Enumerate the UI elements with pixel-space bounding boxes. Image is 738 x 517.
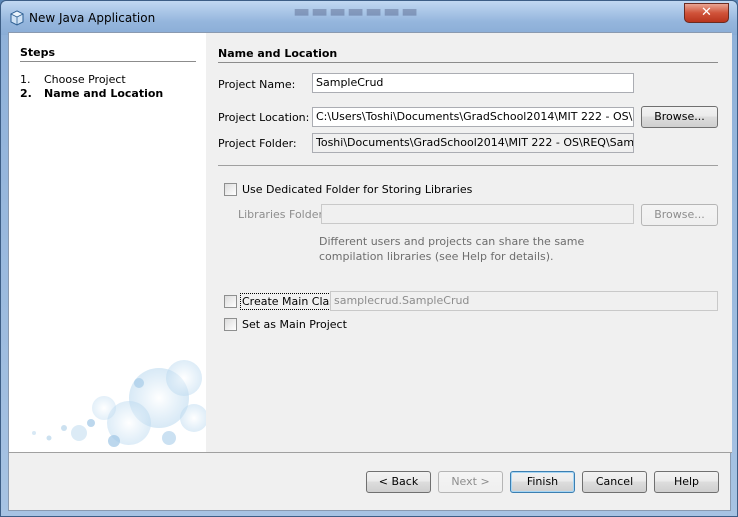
decorative-bubbles-image	[32, 360, 206, 447]
create-main-class-checkbox[interactable]	[224, 295, 237, 308]
dialog-window: New Java Application ▬▬▬▬▬▬▬ ✕ Steps 1. C…	[0, 0, 738, 517]
close-button[interactable]: ✕	[684, 3, 729, 23]
create-main-class-label[interactable]: Create Main Class	[240, 293, 343, 310]
dedicated-folder-label[interactable]: Use Dedicated Folder for Storing Librari…	[242, 183, 472, 196]
step-label: Name and Location	[44, 87, 164, 100]
background-logo: ▬▬▬▬▬▬▬	[293, 1, 420, 22]
wizard-client-area: Steps 1. Choose Project 2. Name and Locati…	[8, 32, 732, 511]
project-folder-field[interactable]: Toshi\Documents\GradSchool2014\MIT 222 -…	[312, 133, 634, 153]
libraries-folder-label: Libraries Folder:	[238, 208, 327, 221]
libraries-help-text: Different users and projects can share t…	[319, 235, 585, 263]
project-location-input[interactable]: C:\Users\Toshi\Documents\GradSchool2014\…	[312, 107, 634, 127]
next-button[interactable]: Next >	[438, 471, 503, 493]
set-main-project-checkbox[interactable]	[224, 318, 237, 331]
help-button[interactable]: Help	[654, 471, 719, 493]
project-folder-label: Project Folder:	[218, 137, 297, 150]
step-name-and-location: 2. Name and Location	[20, 87, 163, 100]
steps-title: Steps	[20, 46, 56, 59]
finish-button[interactable]: Finish	[510, 471, 575, 493]
dedicated-folder-checkbox[interactable]	[224, 183, 237, 196]
section-title: Name and Location	[218, 47, 338, 60]
step-number: 2.	[20, 87, 32, 100]
project-name-input[interactable]: SampleCrud	[312, 73, 634, 93]
browse-libraries-button[interactable]: Browse...	[641, 204, 718, 226]
netbeans-cube-icon	[10, 10, 24, 26]
set-main-project-label[interactable]: Set as Main Project	[242, 318, 347, 331]
button-bar-separator	[9, 452, 732, 453]
steps-divider	[20, 61, 196, 62]
step-number: 1.	[20, 73, 31, 86]
cancel-button[interactable]: Cancel	[582, 471, 647, 493]
main-class-input[interactable]: samplecrud.SampleCrud	[330, 291, 718, 311]
steps-panel: Steps 1. Choose Project 2. Name and Locati…	[9, 33, 206, 452]
window-title: New Java Application	[29, 11, 156, 25]
name-and-location-panel: Name and Location Project Name: SampleCr…	[206, 33, 732, 452]
browse-location-button[interactable]: Browse...	[641, 106, 718, 128]
back-button[interactable]: < Back	[366, 471, 431, 493]
libraries-folder-input[interactable]	[321, 204, 634, 224]
section-divider	[218, 62, 718, 63]
project-location-label: Project Location:	[218, 111, 310, 124]
section-separator	[218, 165, 718, 166]
project-name-label: Project Name:	[218, 78, 296, 91]
step-choose-project: 1. Choose Project	[20, 73, 126, 86]
step-label: Choose Project	[44, 73, 126, 86]
title-bar[interactable]: New Java Application ▬▬▬▬▬▬▬ ✕	[1, 1, 737, 35]
